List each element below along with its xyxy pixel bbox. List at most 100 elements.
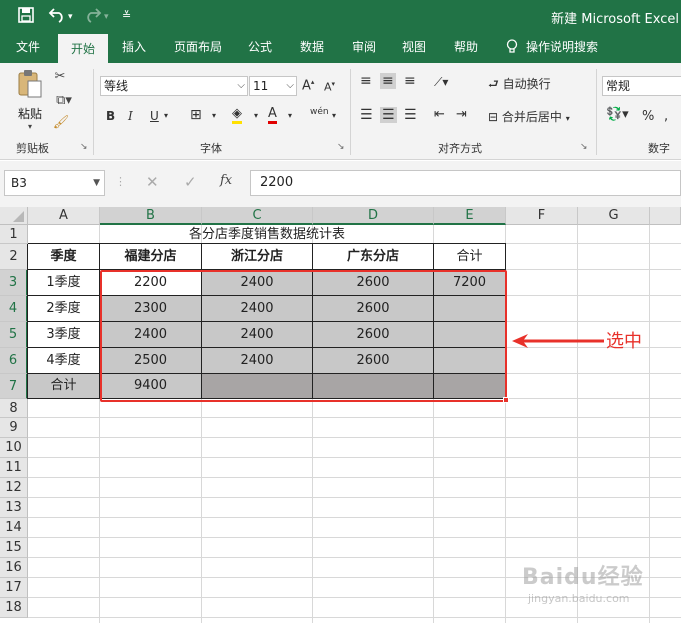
phonetic-guide-button[interactable]: wén (310, 107, 329, 117)
phonetic-dropdown-icon[interactable]: ▾ (332, 111, 336, 120)
table-cell[interactable]: 3季度 (28, 322, 100, 348)
table-cell[interactable]: 广东分店 (313, 244, 434, 270)
font-launcher-icon[interactable]: ↘ (337, 142, 345, 152)
font-color-dropdown-icon[interactable]: ▾ (288, 111, 292, 120)
shrink-font-icon[interactable]: A▾ (324, 80, 335, 94)
table-cell[interactable]: 合计 (28, 374, 100, 399)
clipboard-launcher-icon[interactable]: ↘ (80, 142, 88, 152)
font-name-select[interactable]: 等线 ⌵ (100, 76, 248, 96)
table-cell[interactable]: 季度 (28, 244, 100, 270)
sheet-title[interactable]: 各分店季度销售数据统计表 (100, 225, 434, 244)
format-painter-icon[interactable]: 🖌 (52, 115, 70, 130)
align-top-icon[interactable]: ≡ (360, 73, 372, 89)
grow-font-icon[interactable]: A▴ (302, 78, 314, 93)
copy-icon[interactable]: ⧉▾ (52, 93, 76, 108)
percent-button[interactable]: % (642, 109, 654, 124)
wrap-text-button[interactable]: ⮐ 自动换行 (488, 75, 551, 96)
font-size-select[interactable]: 11 ⌵ (249, 76, 297, 96)
paste-button[interactable]: 粘贴 ▾ (12, 69, 48, 137)
row-header-8[interactable]: 8 (0, 399, 28, 418)
row-header-12[interactable]: 12 (0, 478, 28, 498)
column-header-f[interactable]: F (506, 207, 578, 225)
resize-handle-icon[interactable]: ⋮ (115, 175, 126, 188)
undo-icon[interactable] (48, 7, 66, 27)
row-header-16[interactable]: 16 (0, 558, 28, 578)
row-header-14[interactable]: 14 (0, 518, 28, 538)
row-header-11[interactable]: 11 (0, 458, 28, 478)
row-header-5[interactable]: 5 (0, 322, 28, 348)
underline-button[interactable]: U (150, 109, 159, 123)
row-header-15[interactable]: 15 (0, 538, 28, 558)
accounting-format-icon[interactable]: 💱▾ (606, 107, 629, 122)
column-header-a[interactable]: A (28, 207, 100, 225)
table-cell[interactable]: 浙江分店 (202, 244, 313, 270)
worksheet-grid[interactable]: A B C D E F G 1 2 3 4 5 6 7 8 9 10 11 12 13 14 15 16 17 1… (0, 207, 681, 623)
table-cell[interactable]: 2季度 (28, 296, 100, 322)
tab-home[interactable]: 开始 (58, 34, 108, 63)
row-header-4[interactable]: 4 (0, 296, 28, 322)
row-header-3[interactable]: 3 (0, 270, 28, 296)
bold-button[interactable]: B (106, 109, 115, 123)
table-cell[interactable]: 1季度 (28, 270, 100, 296)
tell-me-search[interactable]: 操作说明搜索 (506, 34, 598, 63)
fill-color-icon[interactable]: ◈ (232, 107, 242, 124)
save-icon[interactable] (18, 7, 34, 27)
cut-icon[interactable]: ✂ (52, 69, 68, 84)
row-header-6[interactable]: 6 (0, 348, 28, 374)
tab-formulas[interactable]: 公式 (240, 34, 280, 63)
customize-qat-icon[interactable]: ≚ (122, 9, 131, 22)
tab-view[interactable]: 视图 (394, 34, 434, 63)
insert-function-button[interactable]: fx (220, 173, 232, 188)
cancel-icon[interactable]: ✕ (146, 173, 159, 191)
align-middle-icon[interactable]: ≡ (380, 73, 396, 89)
select-all-corner[interactable] (0, 207, 28, 225)
column-header-e[interactable]: E (434, 207, 506, 225)
orientation-icon[interactable]: ⟋▾ (434, 75, 448, 90)
row-header-9[interactable]: 9 (0, 418, 28, 438)
column-header-b[interactable]: B (100, 207, 202, 225)
redo-icon[interactable] (84, 7, 102, 27)
tab-data[interactable]: 数据 (292, 34, 332, 63)
column-header-g[interactable]: G (578, 207, 650, 225)
redo-dropdown-icon[interactable]: ▾ (104, 12, 109, 22)
decrease-indent-icon[interactable]: ⇤ (434, 107, 445, 122)
borders-dropdown-icon[interactable]: ▾ (212, 111, 216, 120)
align-center-icon[interactable]: ☰ (380, 107, 397, 123)
tab-page-layout[interactable]: 页面布局 (166, 34, 230, 63)
align-left-icon[interactable]: ☰ (360, 107, 373, 123)
row-header-13[interactable]: 13 (0, 498, 28, 518)
number-format-select[interactable]: 常规 (602, 76, 681, 96)
increase-indent-icon[interactable]: ⇥ (456, 107, 467, 122)
fill-color-dropdown-icon[interactable]: ▾ (254, 111, 258, 120)
column-header-c[interactable]: C (202, 207, 313, 225)
column-header-h[interactable] (650, 207, 681, 225)
tab-review[interactable]: 审阅 (344, 34, 384, 63)
underline-dropdown-icon[interactable]: ▾ (164, 111, 168, 120)
italic-button[interactable]: I (128, 109, 133, 123)
row-header-7[interactable]: 7 (0, 374, 28, 399)
alignment-launcher-icon[interactable]: ↘ (580, 142, 588, 152)
fill-handle[interactable] (503, 397, 509, 403)
align-bottom-icon[interactable]: ≡ (404, 73, 416, 89)
borders-icon[interactable]: ⊞ (190, 107, 202, 123)
merge-center-button[interactable]: ⊟ 合并后居中 ▾ (488, 108, 570, 125)
name-box[interactable]: B3 ▼ (4, 170, 105, 196)
undo-dropdown-icon[interactable]: ▾ (68, 12, 73, 22)
row-header-10[interactable]: 10 (0, 438, 28, 458)
formula-input[interactable]: 2200 (250, 170, 681, 196)
font-color-button[interactable]: A (268, 107, 277, 124)
row-header-18[interactable]: 18 (0, 598, 28, 618)
row-header-2[interactable]: 2 (0, 244, 28, 270)
table-cell[interactable]: 4季度 (28, 348, 100, 374)
row-header-1[interactable]: 1 (0, 225, 28, 244)
row-header-17[interactable]: 17 (0, 578, 28, 598)
enter-icon[interactable]: ✓ (184, 173, 197, 191)
align-right-icon[interactable]: ☰ (404, 107, 417, 123)
table-cell[interactable]: 福建分店 (100, 244, 202, 270)
tab-file[interactable]: 文件 (4, 34, 52, 63)
tab-help[interactable]: 帮助 (446, 34, 486, 63)
tab-insert[interactable]: 插入 (112, 34, 156, 63)
table-cell[interactable]: 合计 (434, 244, 506, 270)
column-header-d[interactable]: D (313, 207, 434, 225)
comma-style-icon[interactable]: , (664, 109, 668, 124)
